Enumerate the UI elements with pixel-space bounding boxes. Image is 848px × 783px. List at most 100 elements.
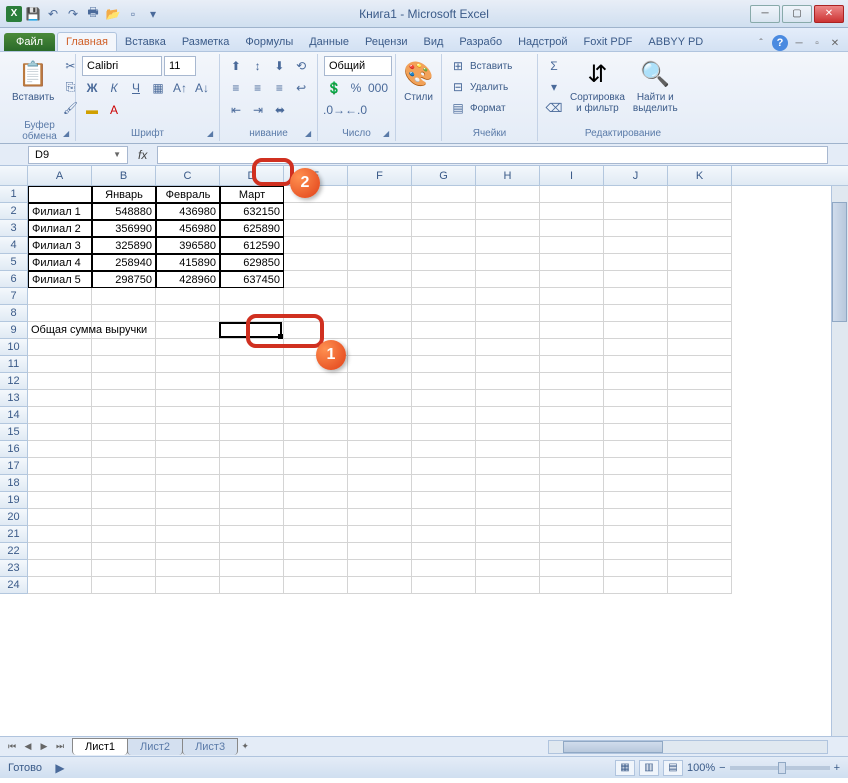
cell[interactable] [348, 339, 412, 356]
cell[interactable] [348, 254, 412, 271]
currency-icon[interactable]: 💲 [324, 78, 344, 98]
row-header[interactable]: 7 [0, 288, 28, 305]
cell[interactable] [348, 271, 412, 288]
align-center-icon[interactable]: ≡ [248, 78, 268, 98]
cell[interactable] [604, 322, 668, 339]
worksheet-grid[interactable]: A B C D E F G H I J K 1ЯнварьФевральМарт… [0, 166, 848, 736]
cell[interactable] [412, 526, 476, 543]
cell[interactable] [540, 458, 604, 475]
cell[interactable] [348, 356, 412, 373]
cell[interactable] [156, 390, 220, 407]
orientation-icon[interactable]: ⟲ [291, 56, 311, 76]
cell[interactable] [540, 356, 604, 373]
cell[interactable] [92, 441, 156, 458]
cell[interactable] [156, 356, 220, 373]
cell[interactable] [668, 203, 732, 220]
cell[interactable] [348, 203, 412, 220]
merge-icon[interactable]: ⬌ [270, 100, 290, 120]
cell[interactable] [412, 441, 476, 458]
cell[interactable] [28, 339, 92, 356]
cell[interactable] [284, 475, 348, 492]
cell[interactable] [668, 407, 732, 424]
close-button[interactable]: ✕ [814, 5, 844, 23]
row-header[interactable]: 5 [0, 254, 28, 271]
cell[interactable] [220, 458, 284, 475]
doc-minimize-icon[interactable]: ─ [792, 36, 806, 50]
cell[interactable] [348, 509, 412, 526]
cell[interactable] [28, 424, 92, 441]
cell[interactable] [220, 577, 284, 594]
decrease-decimal-icon[interactable]: ←.0 [346, 100, 366, 120]
view-normal-icon[interactable]: ▦ [615, 760, 635, 776]
cell[interactable] [284, 509, 348, 526]
cell[interactable] [348, 407, 412, 424]
formula-input[interactable] [157, 146, 828, 164]
cell[interactable] [28, 441, 92, 458]
cell[interactable] [156, 322, 220, 339]
tab-view[interactable]: Вид [416, 33, 452, 51]
cell[interactable] [284, 186, 348, 203]
increase-decimal-icon[interactable]: .0→ [324, 100, 344, 120]
cell[interactable] [476, 560, 540, 577]
cell[interactable] [28, 560, 92, 577]
cell[interactable] [604, 424, 668, 441]
cell[interactable] [476, 509, 540, 526]
cell[interactable] [92, 322, 156, 339]
cell[interactable] [604, 203, 668, 220]
minimize-button[interactable]: ─ [750, 5, 780, 23]
row-header[interactable]: 8 [0, 305, 28, 322]
maximize-button[interactable]: ▢ [782, 5, 812, 23]
doc-close-icon[interactable]: ✕ [828, 36, 842, 50]
cell[interactable] [92, 458, 156, 475]
cells-format-button[interactable]: ▤ Формат [448, 98, 531, 118]
tab-insert[interactable]: Вставка [117, 33, 174, 51]
row-header[interactable]: 14 [0, 407, 28, 424]
cell[interactable] [92, 339, 156, 356]
bold-icon[interactable]: Ж [82, 78, 102, 98]
cell[interactable] [476, 203, 540, 220]
cell[interactable] [284, 407, 348, 424]
cell[interactable] [348, 322, 412, 339]
cell[interactable] [92, 373, 156, 390]
align-middle-icon[interactable]: ↕ [248, 56, 268, 76]
cell[interactable] [412, 271, 476, 288]
comma-icon[interactable]: 000 [368, 78, 388, 98]
cell[interactable] [604, 237, 668, 254]
cell[interactable] [668, 322, 732, 339]
cell[interactable] [540, 203, 604, 220]
cell[interactable] [540, 441, 604, 458]
cell[interactable] [28, 526, 92, 543]
cell[interactable] [476, 220, 540, 237]
cell[interactable]: Январь [92, 186, 156, 203]
row-header[interactable]: 4 [0, 237, 28, 254]
clipboard-launcher-icon[interactable]: ◢ [63, 129, 73, 139]
cell[interactable] [220, 526, 284, 543]
cell[interactable] [412, 543, 476, 560]
cell[interactable] [604, 475, 668, 492]
cell[interactable] [92, 509, 156, 526]
cell[interactable] [284, 441, 348, 458]
cell[interactable] [668, 373, 732, 390]
col-header[interactable]: J [604, 166, 668, 185]
cell[interactable]: Общая сумма выручки [28, 322, 92, 339]
cell[interactable] [348, 288, 412, 305]
tab-developer[interactable]: Разрабо [451, 33, 510, 51]
cell[interactable] [220, 356, 284, 373]
row-header[interactable]: 11 [0, 356, 28, 373]
align-bottom-icon[interactable]: ⬇ [270, 56, 290, 76]
cell[interactable] [284, 543, 348, 560]
cell[interactable] [284, 339, 348, 356]
cell[interactable] [348, 373, 412, 390]
tab-abbyy[interactable]: ABBYY PD [640, 33, 711, 51]
cell[interactable] [412, 220, 476, 237]
cell[interactable] [220, 339, 284, 356]
cell[interactable] [540, 475, 604, 492]
cell[interactable] [668, 560, 732, 577]
horizontal-scrollbar[interactable] [548, 740, 828, 754]
row-header[interactable]: 1 [0, 186, 28, 203]
cell[interactable] [412, 322, 476, 339]
cell[interactable] [668, 526, 732, 543]
qat-preview-icon[interactable]: ▾ [144, 5, 162, 23]
cell[interactable] [156, 560, 220, 577]
cell[interactable] [92, 288, 156, 305]
